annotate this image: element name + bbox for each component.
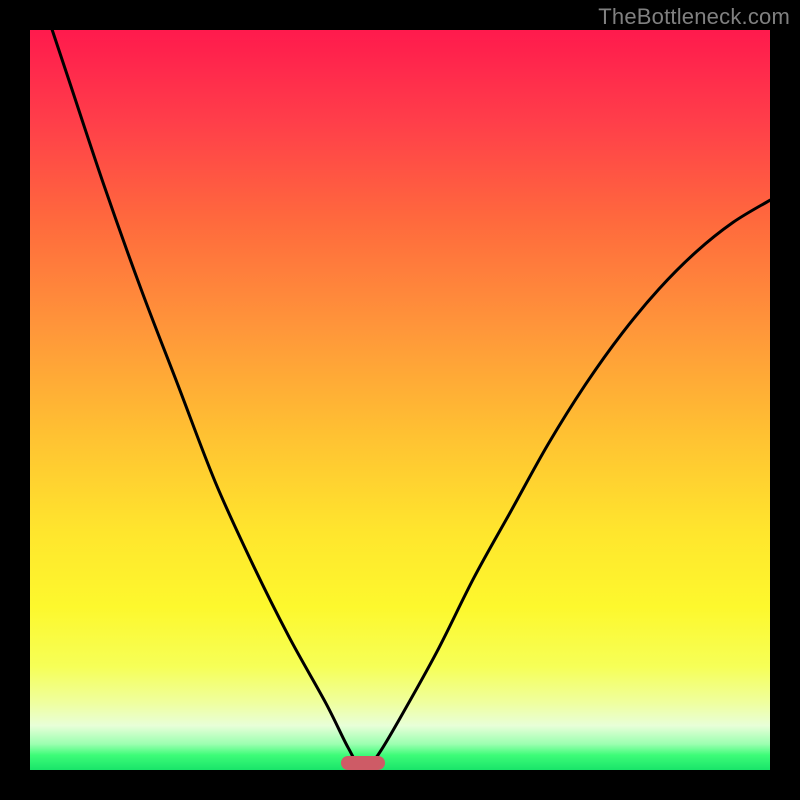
plot-area xyxy=(30,30,770,770)
watermark-text: TheBottleneck.com xyxy=(598,4,790,30)
chart-container: TheBottleneck.com xyxy=(0,0,800,800)
bottleneck-curve xyxy=(30,30,770,770)
minimum-marker xyxy=(341,756,385,770)
